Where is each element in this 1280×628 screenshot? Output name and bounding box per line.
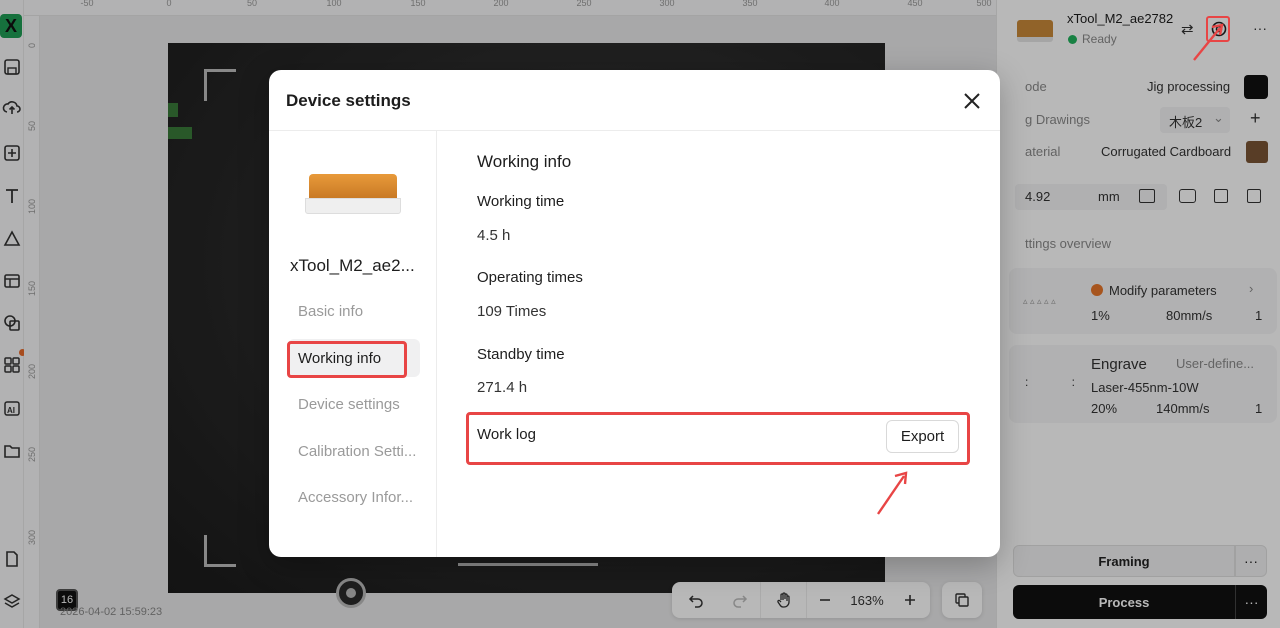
device-image [305,174,401,216]
nav-calibration-settings[interactable]: Calibration Setti... [288,432,420,470]
operating-times-label: Operating times [477,269,583,286]
close-icon[interactable] [961,90,983,112]
nav-basic-info[interactable]: Basic info [288,292,420,330]
divider [269,130,1000,131]
highlight-box [287,341,407,378]
working-time-label: Working time [477,193,565,210]
standby-time-value: 271.4 h [477,379,528,396]
standby-time-label: Standby time [477,346,565,363]
dialog-title: Device settings [286,91,411,110]
working-time-value: 4.5 h [477,227,511,244]
section-title: Working info [477,152,572,171]
highlight-box [466,412,970,465]
nav-accessory-info[interactable]: Accessory Infor... [288,478,420,516]
operating-times-value: 109 Times [477,303,547,320]
device-name: xTool_M2_ae2... [290,256,415,275]
highlight-box [1206,16,1230,42]
nav-device-settings[interactable]: Device settings [288,385,420,423]
divider [436,131,437,557]
annotation-arrow [877,471,908,515]
